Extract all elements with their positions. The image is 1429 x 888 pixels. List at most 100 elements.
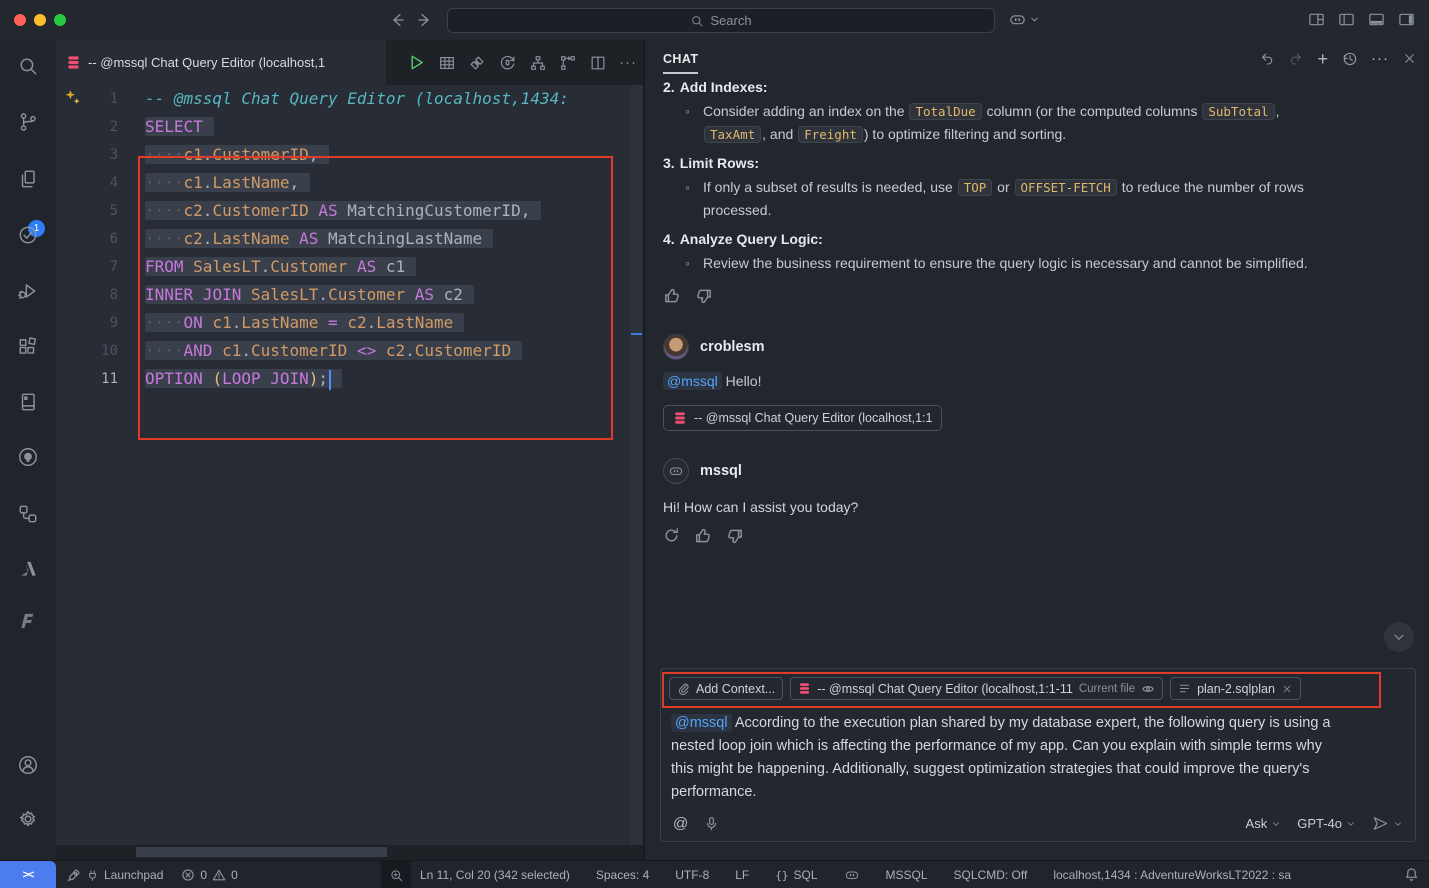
copilot-status-icon[interactable]: [844, 867, 860, 883]
thumbs-up-icon[interactable]: [663, 287, 681, 305]
code-line[interactable]: ····c1.CustomerID,: [145, 141, 630, 169]
code-line[interactable]: ····c2.CustomerID AS MatchingCustomerID,: [145, 197, 630, 225]
explorer-icon[interactable]: [17, 168, 39, 190]
send-button[interactable]: [1372, 815, 1403, 832]
settings-gear-icon[interactable]: [17, 808, 39, 830]
model-dropdown[interactable]: GPT-4o: [1297, 816, 1356, 831]
code-lines[interactable]: -- @mssql Chat Query Editor (localhost,1…: [145, 85, 630, 393]
code-line[interactable]: FROM SalesLT.Customer AS c1: [145, 253, 630, 281]
disconnect-icon[interactable]: [468, 54, 486, 72]
gutter[interactable]: 1234567891011: [56, 85, 118, 393]
toggle-sidebar-icon[interactable]: [1338, 11, 1355, 28]
fabric-icon[interactable]: [17, 610, 39, 632]
code-editor[interactable]: 1234567891011 -- @mssql Chat Query Edito…: [56, 85, 643, 845]
mention-icon[interactable]: @: [673, 815, 688, 832]
editor-tab[interactable]: -- @mssql Chat Query Editor (localhost,1: [56, 40, 386, 85]
thumbs-up-icon[interactable]: [694, 527, 712, 545]
code-line[interactable]: INNER JOIN SalesLT.Customer AS c2: [145, 281, 630, 309]
close-chat-icon[interactable]: [1402, 51, 1417, 66]
run-query-icon[interactable]: [407, 53, 426, 72]
mssql-status-item[interactable]: MSSQL: [886, 868, 928, 882]
window-close-button[interactable]: [14, 14, 26, 26]
customize-layout-icon[interactable]: [1308, 11, 1325, 28]
code-line[interactable]: ····c1.LastName,: [145, 169, 630, 197]
thumbs-down-icon[interactable]: [726, 527, 744, 545]
more-icon[interactable]: ···: [1371, 50, 1389, 67]
window-maximize-button[interactable]: [54, 14, 66, 26]
line-number[interactable]: 11: [56, 365, 118, 393]
azure-icon[interactable]: [17, 558, 39, 580]
toggle-panel-icon[interactable]: [1368, 11, 1385, 28]
code-line[interactable]: ····ON c1.LastName = c2.LastName: [145, 309, 630, 337]
window-minimize-button[interactable]: [34, 14, 46, 26]
new-chat-icon[interactable]: +: [1317, 52, 1328, 66]
code-line[interactable]: SELECT: [145, 113, 630, 141]
editor-horizontal-scrollbar[interactable]: [136, 847, 387, 857]
extensions-icon[interactable]: [17, 336, 39, 358]
problems-item[interactable]: 0 0: [181, 868, 237, 882]
tasks-view-icon[interactable]: [17, 224, 39, 246]
add-context-chip[interactable]: Add Context...: [669, 677, 783, 700]
line-number[interactable]: 2: [56, 113, 118, 141]
line-number[interactable]: 9: [56, 309, 118, 337]
copilot-menu-button[interactable]: [1008, 10, 1040, 29]
mode-dropdown[interactable]: Ask: [1246, 816, 1282, 831]
search-view-icon[interactable]: [17, 55, 39, 77]
code-line[interactable]: -- @mssql Chat Query Editor (localhost,1…: [145, 85, 630, 113]
eye-icon[interactable]: [1141, 682, 1155, 696]
line-number[interactable]: 4: [56, 169, 118, 197]
rerun-icon[interactable]: [663, 527, 680, 545]
eol-item[interactable]: LF: [735, 868, 749, 882]
code-line[interactable]: ····AND c1.CustomerID <> c2.CustomerID: [145, 337, 630, 365]
line-number[interactable]: 6: [56, 225, 118, 253]
mssql-mention[interactable]: @mssql: [663, 372, 722, 390]
remove-chip-icon[interactable]: [1281, 683, 1293, 695]
indentation-item[interactable]: Spaces: 4: [596, 868, 649, 882]
toggle-secondary-sidebar-icon[interactable]: [1398, 11, 1415, 28]
line-number[interactable]: 3: [56, 141, 118, 169]
scroll-to-bottom-button[interactable]: [1384, 622, 1414, 652]
chat-input-text[interactable]: @mssql According to the execution plan s…: [661, 704, 1415, 812]
line-number[interactable]: 1: [56, 85, 118, 113]
code-line[interactable]: ····c2.LastName AS MatchingLastName: [145, 225, 630, 253]
mssql-mention[interactable]: @mssql: [671, 714, 732, 732]
undo-icon[interactable]: [1259, 51, 1275, 67]
thumbs-down-icon[interactable]: [695, 287, 713, 305]
attachment-chip[interactable]: -- @mssql Chat Query Editor (localhost,1…: [663, 405, 942, 431]
chat-input-container[interactable]: Add Context... -- @mssql Chat Query Edit…: [660, 668, 1416, 842]
microphone-icon[interactable]: [704, 816, 719, 831]
estimated-plan-icon[interactable]: [529, 54, 547, 72]
github-icon[interactable]: [17, 446, 39, 468]
sqlcmd-status-item[interactable]: SQLCMD: Off: [954, 868, 1028, 882]
current-file-chip[interactable]: -- @mssql Chat Query Editor (localhost,1…: [790, 677, 1163, 700]
run-debug-icon[interactable]: [17, 280, 39, 302]
database-projects-icon[interactable]: [17, 503, 39, 525]
change-connection-icon[interactable]: [498, 53, 517, 72]
history-icon[interactable]: [1341, 50, 1358, 67]
chat-tab[interactable]: CHAT: [663, 52, 698, 74]
more-actions-icon[interactable]: ···: [619, 54, 637, 71]
line-number[interactable]: 5: [56, 197, 118, 225]
language-item[interactable]: {} SQL: [775, 868, 817, 882]
results-grid-icon[interactable]: [438, 54, 456, 72]
account-icon[interactable]: [17, 754, 39, 776]
line-number[interactable]: 10: [56, 337, 118, 365]
source-control-icon[interactable]: [17, 111, 39, 133]
actual-plan-icon[interactable]: [559, 54, 577, 72]
line-number[interactable]: 8: [56, 281, 118, 309]
cursor-position-item[interactable]: Ln 11, Col 20 (342 selected): [420, 868, 570, 882]
plan-file-chip[interactable]: plan-2.sqlplan: [1170, 677, 1301, 700]
forward-icon[interactable]: [416, 11, 434, 29]
notifications-bell-icon[interactable]: [1404, 867, 1419, 882]
split-editor-icon[interactable]: [589, 54, 607, 72]
connection-status-item[interactable]: localhost,1434 : AdventureWorksLT2022 : …: [1053, 868, 1291, 882]
encoding-item[interactable]: UTF-8: [675, 868, 709, 882]
zoom-status-item[interactable]: [381, 861, 411, 888]
editor-vertical-scrollbar[interactable]: [630, 85, 643, 845]
remote-indicator[interactable]: ><: [0, 861, 56, 888]
search-input[interactable]: Search: [447, 8, 995, 33]
code-line[interactable]: OPTION (LOOP JOIN);: [145, 365, 630, 393]
line-number[interactable]: 7: [56, 253, 118, 281]
launchpad-item[interactable]: Launchpad: [66, 868, 163, 883]
back-icon[interactable]: [388, 11, 406, 29]
